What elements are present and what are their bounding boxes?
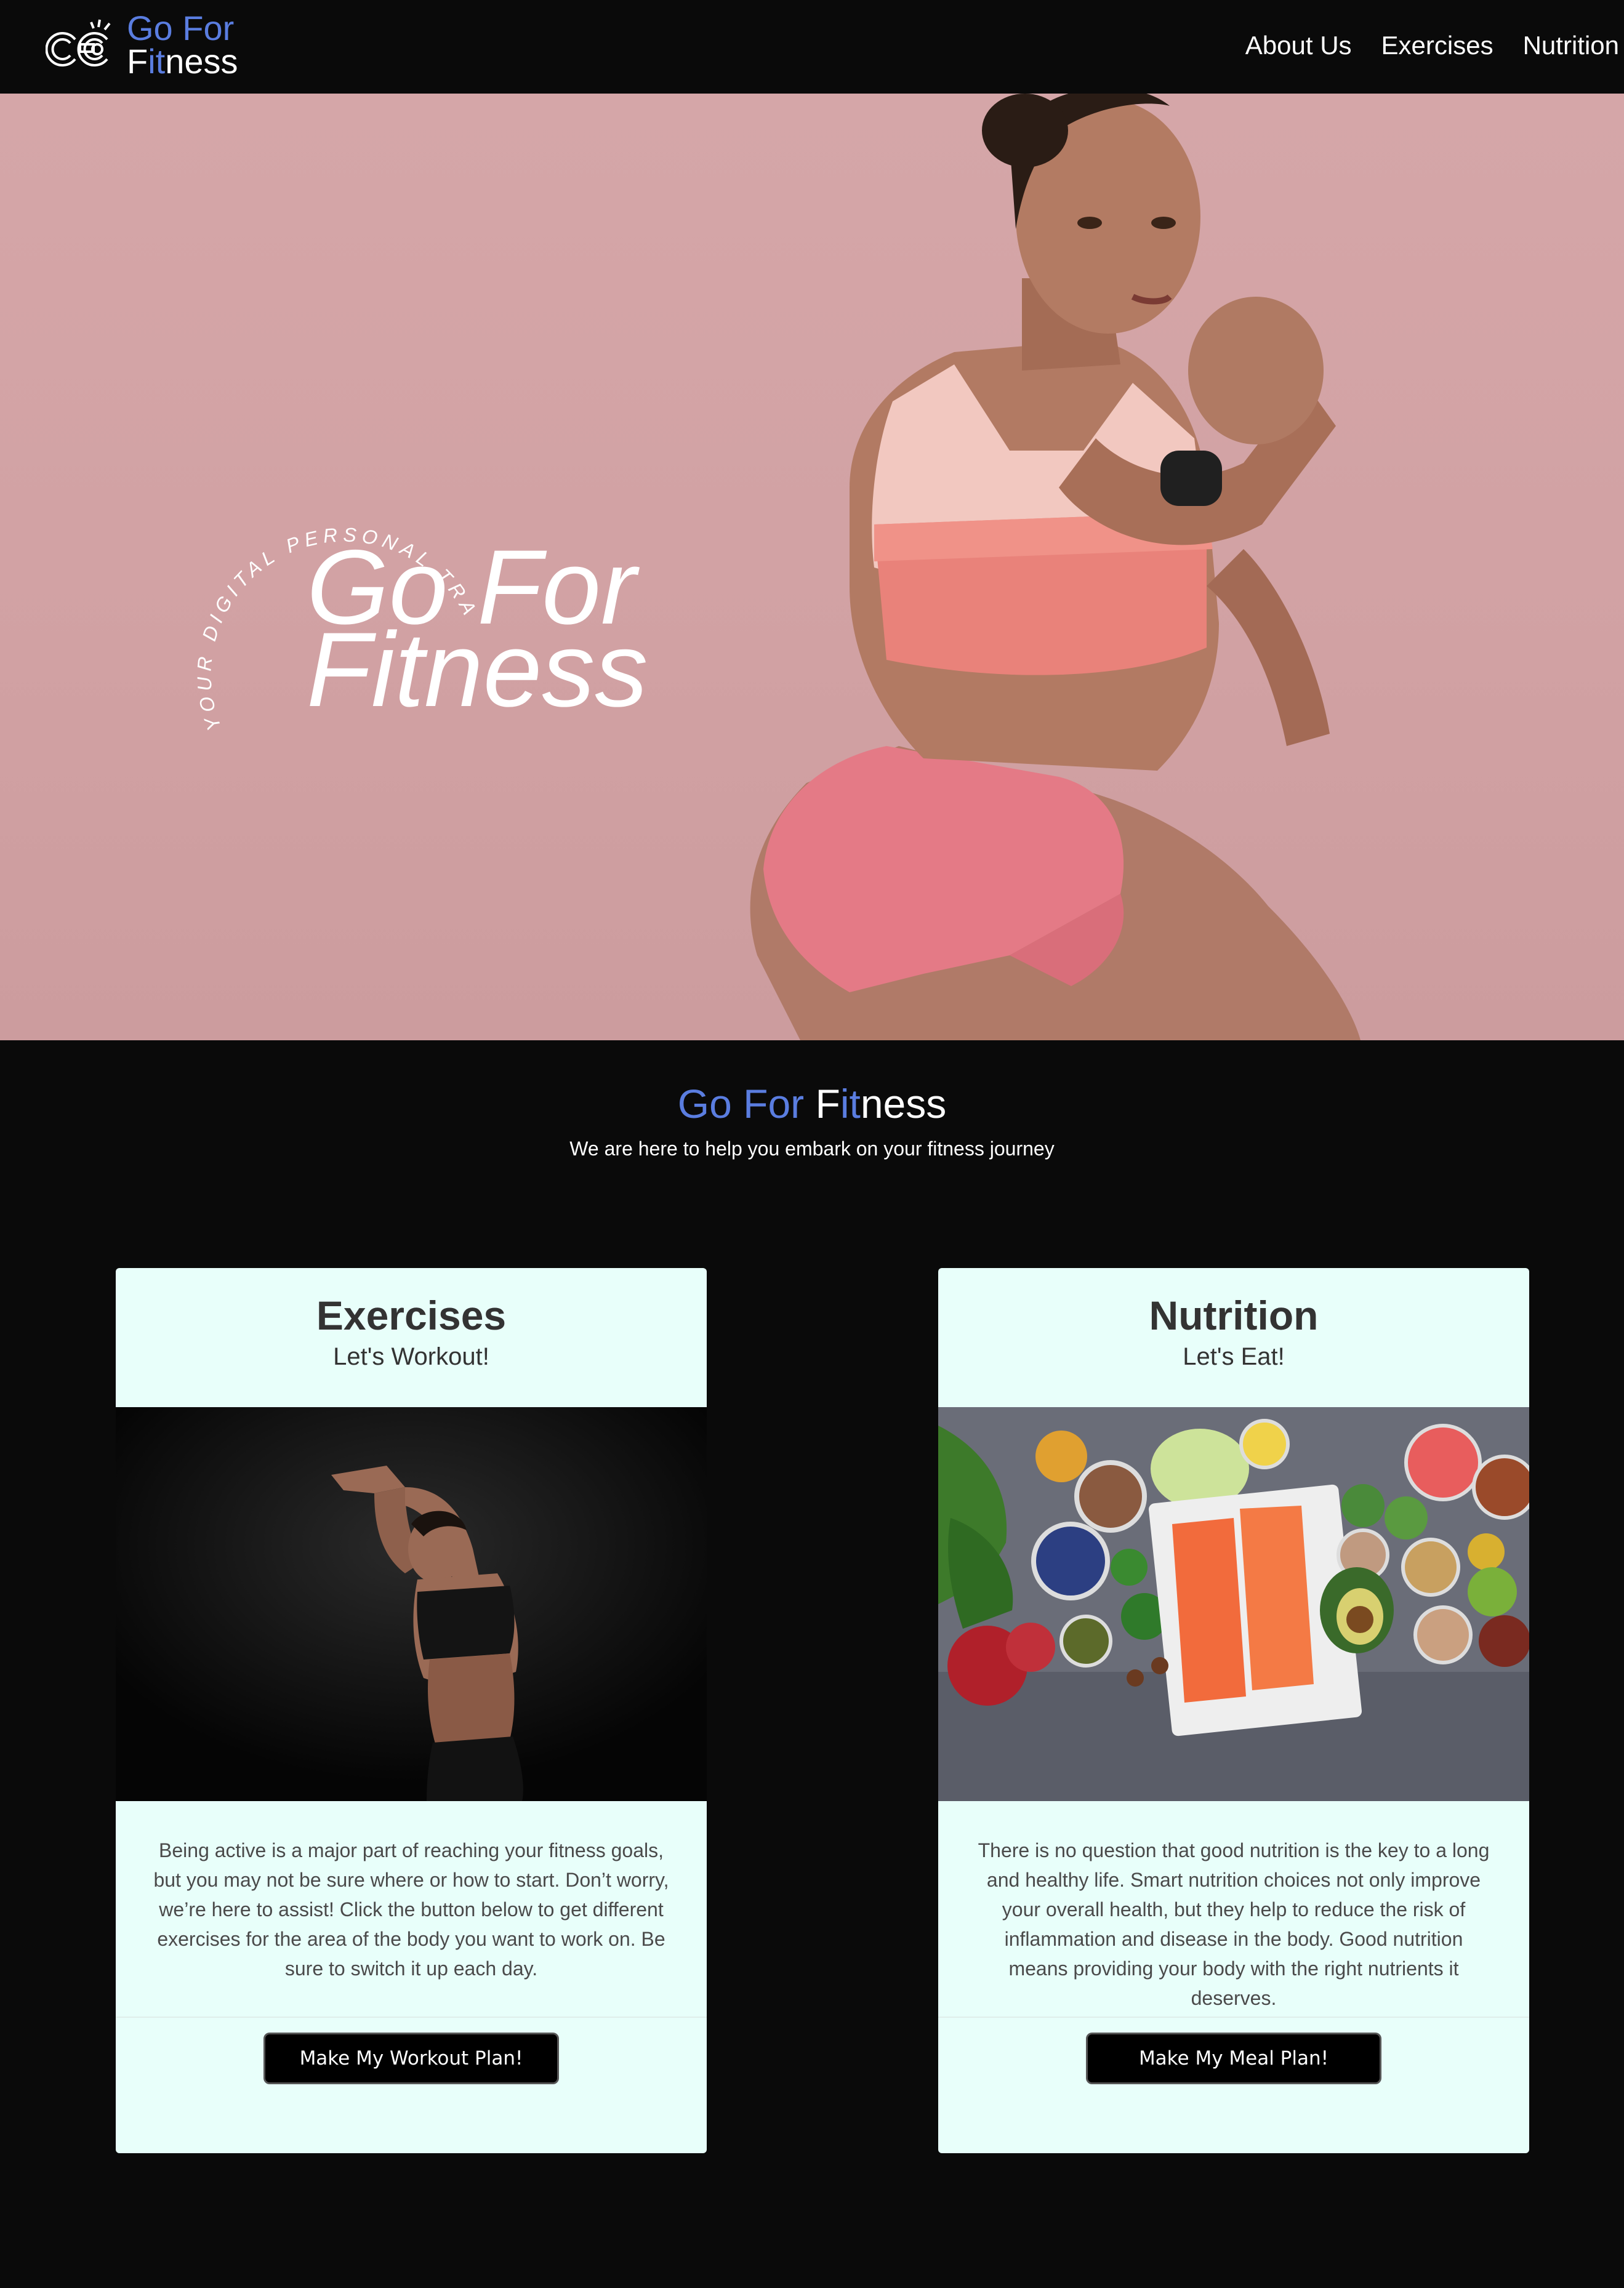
make-meal-plan-button[interactable]: Make My Meal Plan! [1086, 2033, 1381, 2084]
card-body-text: Being active is a major part of reaching… [153, 1839, 669, 1980]
logo-letters-it: it [148, 42, 166, 81]
card-title: Exercises [316, 1293, 507, 1338]
intro-title-f: F [815, 1081, 840, 1126]
card-subtitle: Let's Eat! [1183, 1343, 1285, 1370]
nutrition-card: Nutrition Let's Eat! There is no questio… [938, 1268, 1529, 2153]
card-footer: Make My Workout Plan! [116, 2018, 707, 2084]
hero-title: Go For Fitness [307, 534, 648, 729]
intro-title-it: it [840, 1081, 861, 1126]
exercises-card: Exercises Let's Workout! Being active is… [116, 1268, 707, 2153]
nav-link-about-us[interactable]: About Us [1245, 31, 1352, 60]
nav-links: About Us Exercises Nutrition [1245, 31, 1619, 60]
woman-squatting-image [750, 94, 1361, 1040]
logo-letters-ness: ness [165, 42, 238, 81]
card-body-text: There is no question that good nutrition… [978, 1839, 1490, 2009]
card-header: Nutrition Let's Eat! [938, 1268, 1529, 1407]
nav-link-exercises[interactable]: Exercises [1381, 31, 1493, 60]
make-workout-plan-button[interactable]: Make My Workout Plan! [263, 2033, 559, 2084]
healthy-food-image [938, 1407, 1529, 1801]
woman-stretching-image [116, 1407, 707, 1801]
intro-subtitle: We are here to help you embark on your f… [569, 1138, 1055, 1160]
card-footer: Make My Meal Plan! [938, 2018, 1529, 2084]
dumbbell-logo-icon [46, 19, 111, 66]
intro-title: Go For Fitness [0, 1083, 1624, 1124]
site-logo[interactable]: Go For Fitness [46, 11, 243, 80]
hero-banner: YOUR DIGITAL PERSONAL TRAINER Go For Fit… [0, 94, 1624, 1040]
logo-wordmark: Go For Fitness [127, 11, 238, 79]
nav-link-nutrition[interactable]: Nutrition [1523, 31, 1619, 60]
top-navbar: Go For Fitness About Us Exercises Nutrit… [0, 0, 1624, 94]
intro-title-go-for: Go For [677, 1081, 805, 1126]
card-header: Exercises Let's Workout! [116, 1268, 707, 1407]
card-subtitle: Let's Workout! [333, 1343, 489, 1370]
logo-line-go-for: Go For [127, 9, 235, 47]
intro-section: Go For Fitness We are here to help you e… [0, 1040, 1624, 1160]
hero-title-line2: Fitness [307, 611, 648, 729]
logo-line-fitness: Fitness [127, 44, 238, 79]
intro-title-ness: ness [860, 1081, 947, 1126]
card-title: Nutrition [1149, 1293, 1319, 1338]
logo-letter-f: F [127, 42, 148, 81]
